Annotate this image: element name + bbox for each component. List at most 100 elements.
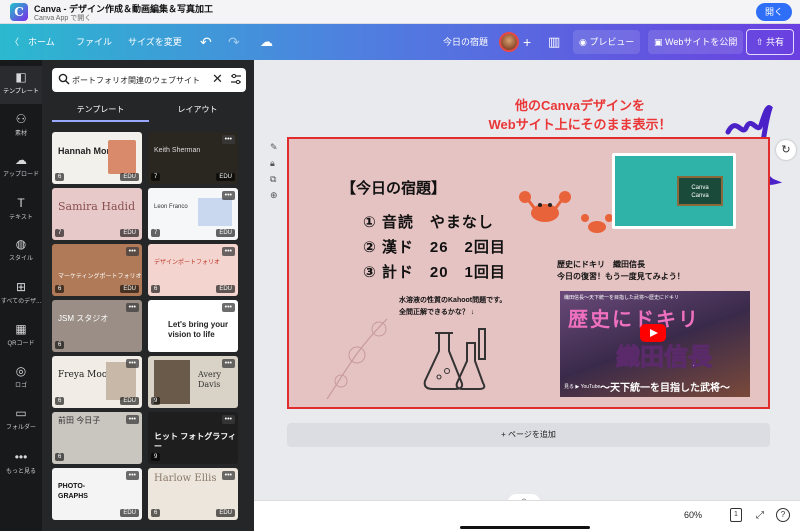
template-photo	[198, 198, 232, 226]
open-app-button[interactable]: 開く	[756, 3, 792, 21]
rail-item-templates[interactable]: ◧ テンプレート	[0, 66, 42, 104]
panel-tabs: テンプレート レイアウト	[52, 98, 246, 122]
embedded-design-thumbnail[interactable]: Canva Canva	[612, 153, 736, 229]
homework-item: ② 漢ド 26 2回目	[363, 239, 506, 256]
template-title: マーケティングポートフォリオ	[58, 274, 142, 280]
edu-badge: EDU	[120, 229, 139, 237]
rail-item-styles[interactable]: ◍ スタイル	[0, 237, 42, 262]
rail-label: QRコード	[7, 341, 35, 347]
annotation-line: 他のCanvaデザインを	[514, 98, 646, 113]
undo-icon[interactable]: ↶	[200, 24, 212, 60]
template-card[interactable]: Harlow Ellis ••• 6 EDU	[148, 468, 238, 520]
template-card[interactable]: 前田 今日子 ••• 6	[52, 412, 142, 464]
more-options-icon[interactable]: •••	[125, 359, 139, 368]
template-card[interactable]: Hannah Morales 6 EDU	[52, 132, 142, 184]
template-title: JSM スタジオ	[58, 314, 109, 323]
filter-icon[interactable]	[230, 73, 242, 85]
template-search: ✕	[52, 68, 246, 92]
edu-badge: EDU	[120, 173, 139, 181]
more-options-icon[interactable]: •••	[221, 247, 235, 256]
template-card[interactable]: Keith Sherman ••• 7 EDU	[148, 132, 238, 184]
rail-label: 素材	[14, 131, 27, 137]
template-card[interactable]: Freya Moore ••• 6 EDU	[52, 356, 142, 408]
more-options-icon[interactable]: •••	[221, 471, 235, 480]
rail-item-folders[interactable]: ▭ フォルダー	[0, 406, 42, 431]
page-count-badge: 6	[151, 509, 161, 517]
more-options-icon[interactable]: •••	[221, 135, 235, 144]
zoom-level[interactable]: 60%	[684, 510, 702, 520]
rail-item-logo[interactable]: ◎ ロゴ	[0, 364, 42, 389]
top-toolbar: 〈 ホーム ファイル サイズを変更 ↶ ↷ ☁ 今日の宿題 + ▥ ◉ プレビュ…	[0, 24, 800, 60]
clear-search-icon[interactable]: ✕	[212, 71, 223, 87]
more-options-icon[interactable]: •••	[221, 359, 235, 368]
template-card[interactable]: Avery Davis ••• 9	[148, 356, 238, 408]
more-options-icon[interactable]: •••	[125, 471, 139, 480]
rail-item-uploads[interactable]: ☁ アップロード	[0, 153, 42, 178]
app-subtitle: Canva App で開く	[34, 15, 92, 22]
template-card[interactable]: Let's bring your vision to life •••	[148, 300, 238, 352]
rail-item-elements[interactable]: ⚇ 素材	[0, 112, 42, 137]
search-icon	[58, 73, 70, 85]
edu-badge: EDU	[216, 173, 235, 181]
template-card[interactable]: ヒット フォトグラフィー ••• 9	[148, 412, 238, 464]
share-button[interactable]: ⇧ 共有	[746, 29, 794, 55]
help-icon[interactable]: ?	[776, 508, 790, 522]
template-icon: ◧	[15, 70, 27, 84]
document-title[interactable]: 今日の宿題	[443, 24, 488, 60]
more-options-icon[interactable]: •••	[125, 303, 139, 312]
more-options-icon[interactable]: •••	[125, 415, 139, 424]
preview-button[interactable]: ◉ プレビュー	[573, 30, 641, 54]
more-options-icon[interactable]: •••	[221, 303, 235, 312]
lock-icon[interactable]: 🔒︎	[270, 158, 280, 174]
board-text: Canva	[691, 193, 709, 199]
add-page-icon[interactable]: ⊕	[270, 190, 280, 206]
design-page[interactable]: 【今日の宿題】 ① 音読 やまなし ② 漢ド 26 2回目 ③ 計ド 20 1回…	[287, 137, 770, 409]
upload-icon: ☁	[15, 153, 27, 167]
rail-label: フォルダー	[5, 425, 36, 431]
palette-icon: ◍	[15, 237, 27, 251]
tab-layouts[interactable]: レイアウト	[149, 98, 246, 122]
more-options-icon[interactable]: •••	[221, 415, 235, 424]
add-collaborator-icon[interactable]: +	[523, 24, 531, 60]
template-card[interactable]: デザインポートフォリオ ••• 6 EDU	[148, 244, 238, 296]
rail-item-qr-code[interactable]: ▦ QRコード	[0, 322, 42, 347]
history-reminder-text: 歴史にドキリ 織田信長	[557, 260, 645, 269]
video-title: 織田信長～天下統一を目指した武将～歴史にドキリ	[564, 295, 680, 301]
file-menu-button[interactable]: ファイル	[76, 24, 112, 60]
duplicate-icon[interactable]: ⧉	[270, 174, 280, 190]
template-card[interactable]: JSM スタジオ ••• 6	[52, 300, 142, 352]
refresh-icon[interactable]: ↻	[776, 140, 796, 160]
resize-button[interactable]: サイズを変更	[128, 24, 182, 60]
template-card[interactable]: PHOTO-GRAPHS ••• EDU	[52, 468, 142, 520]
more-options-icon[interactable]: •••	[221, 191, 235, 200]
rail-item-all-designs[interactable]: ⊞ すべてのデザ...	[0, 280, 42, 305]
template-title: デザインポートフォリオ	[154, 260, 221, 266]
edu-badge: EDU	[120, 509, 139, 517]
publish-website-button[interactable]: ▣ Webサイトを公開	[648, 30, 744, 54]
youtube-video-embed[interactable]: 織田信長～天下統一を目指した武将～歴史にドキリ 歴史にドキリ 織田信長 見る ▶…	[560, 291, 750, 397]
note-icon[interactable]: ✎	[270, 142, 280, 158]
tab-templates[interactable]: テンプレート	[52, 98, 149, 122]
redo-icon[interactable]: ↷	[228, 24, 240, 60]
qr-code-icon: ▦	[15, 322, 27, 336]
template-card[interactable]: マーケティングポートフォリオ ••• 6 EDU	[52, 244, 142, 296]
search-input[interactable]	[72, 68, 202, 92]
template-card[interactable]: Samira Hadid 7 EDU	[52, 188, 142, 240]
insights-chart-icon[interactable]: ▥	[548, 24, 560, 60]
cloud-save-icon[interactable]: ☁	[260, 24, 273, 60]
add-page-button[interactable]: + ページを追加	[287, 423, 770, 447]
more-options-icon[interactable]: •••	[125, 247, 139, 256]
template-title: Keith Sherman	[154, 147, 201, 154]
template-card[interactable]: Leon Franco ••• 7 EDU	[148, 188, 238, 240]
template-title: ヒット フォトグラフィー	[154, 432, 237, 451]
rail-item-more[interactable]: ••• もっと見る	[0, 450, 42, 475]
page-number-icon[interactable]: 1	[730, 508, 742, 522]
youtube-watch-label[interactable]: 見る ▶ YouTube	[564, 383, 600, 390]
page-count-badge: 6	[151, 285, 161, 293]
rail-label: スタイル	[8, 256, 33, 262]
avatar[interactable]	[499, 32, 519, 52]
fullscreen-icon[interactable]: ⤢	[752, 508, 768, 524]
page-tools: ✎ 🔒︎ ⧉ ⊕	[270, 142, 280, 206]
home-button[interactable]: 〈 ホーム	[10, 24, 55, 60]
rail-item-text[interactable]: T テキスト	[0, 196, 42, 221]
